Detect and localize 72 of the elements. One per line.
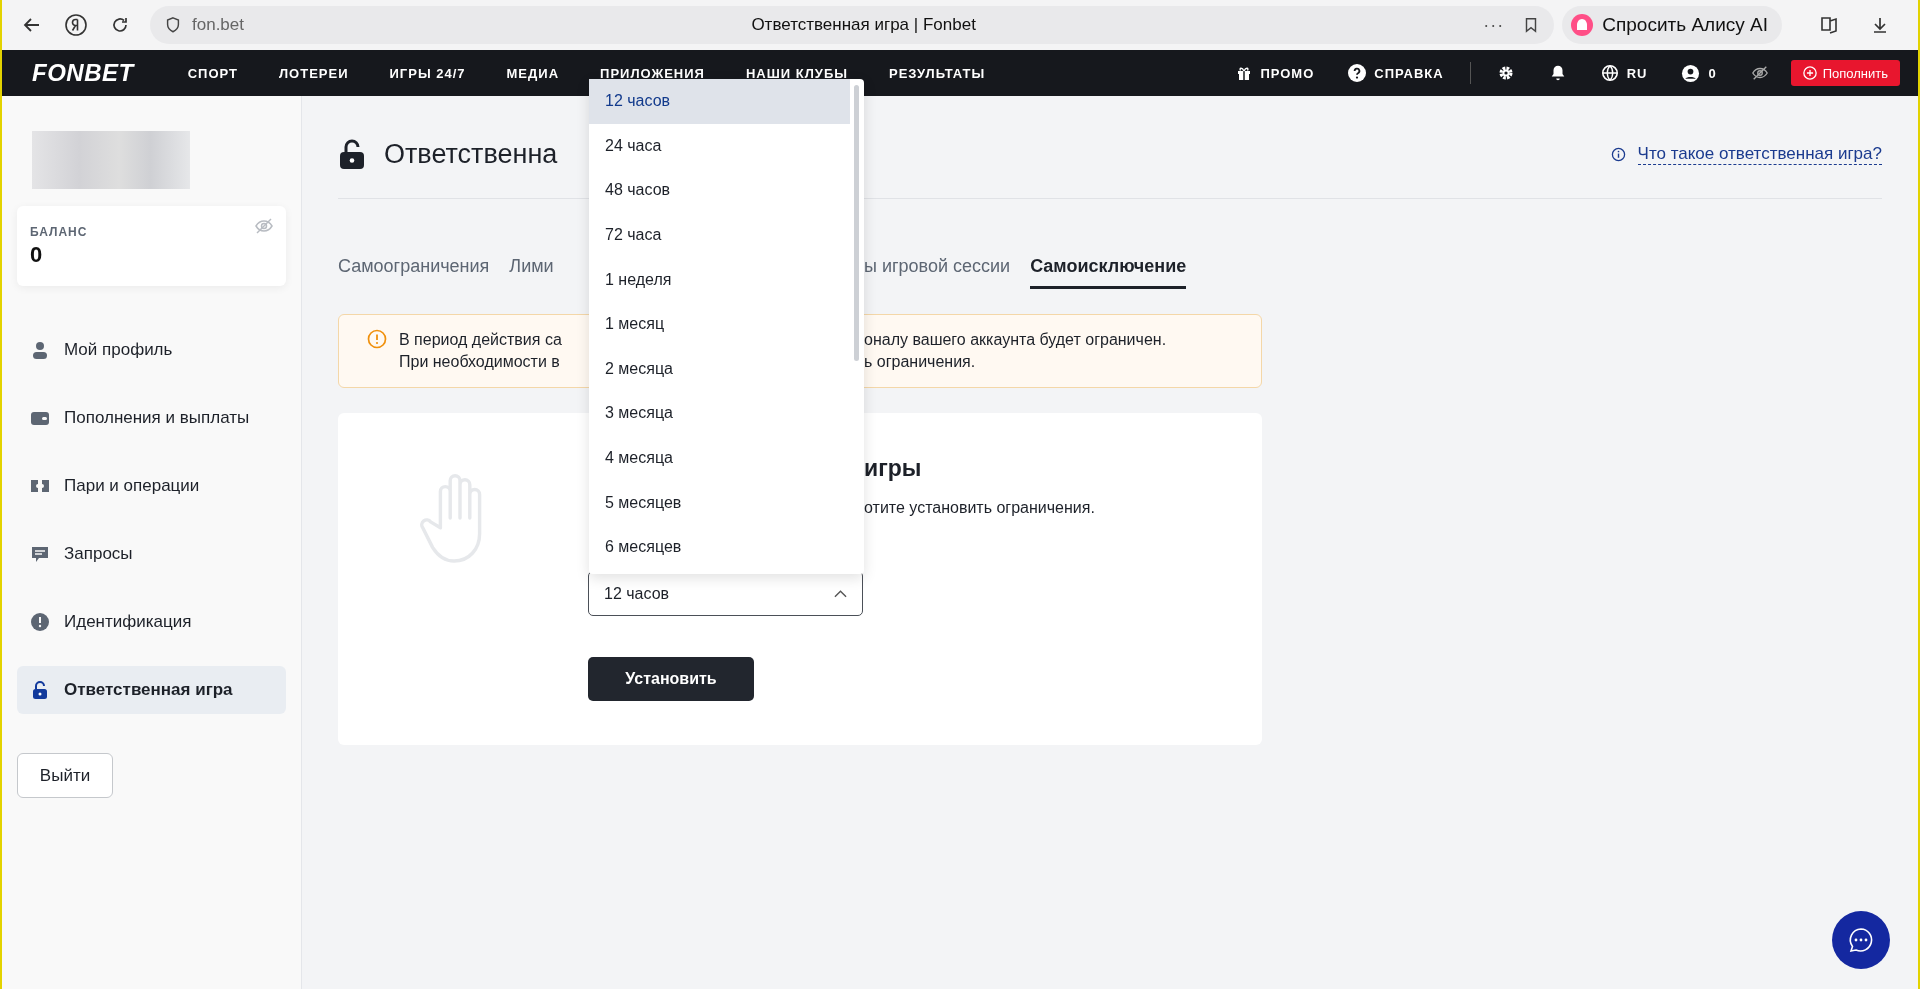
tab[interactable]: Самоограничения	[338, 251, 490, 286]
help-icon	[1348, 64, 1367, 82]
site-logo[interactable]: FONBET	[32, 59, 134, 87]
card-heading: игры	[864, 454, 922, 483]
dropdown-option[interactable]: 24 часа	[589, 123, 850, 169]
nav-link[interactable]: ПРИЛОЖЕНИЯ	[600, 65, 705, 81]
alert-text: При необходимости в	[399, 352, 561, 372]
eye-off-icon[interactable]	[1750, 64, 1769, 82]
tab[interactable]: ы игровой сессии	[864, 251, 1011, 286]
chevron-icon	[834, 589, 847, 598]
sidebar-menu-item[interactable]: Ответственная игра	[17, 666, 286, 714]
dropdown-option[interactable]: 1 неделя	[589, 257, 850, 302]
promo-link[interactable]: ПРОМО	[1236, 65, 1315, 81]
balance-label: БАЛАНС	[30, 224, 88, 239]
padlock-icon	[30, 680, 50, 700]
dropdown-option[interactable]: 6 месяцев	[589, 524, 850, 570]
browser-logo-icon[interactable]	[64, 13, 88, 37]
dropdown-option[interactable]: 12 часов	[589, 79, 850, 124]
dropdown-option[interactable]: 72 часа	[589, 212, 850, 258]
sidebar-menu-item[interactable]: Пополнения и выплаты	[17, 394, 286, 442]
nav-link[interactable]: ИГРЫ 24/7	[389, 65, 466, 81]
account-balance[interactable]: 0	[1681, 63, 1717, 83]
sidebar-menu-item[interactable]: Мой профиль	[17, 326, 286, 374]
dropdown-option[interactable]: 3 месяца	[589, 391, 850, 436]
chat-bubble-icon	[1847, 926, 1875, 954]
nav-link[interactable]: ЛОТЕРЕИ	[278, 65, 349, 81]
page-title: Ответственная игра | Fonbet	[750, 15, 977, 35]
tab[interactable]: Самоисключение	[1030, 251, 1187, 289]
alert-text: ь ограничения.	[864, 352, 976, 372]
nav-link[interactable]: СПОРТ	[187, 65, 238, 81]
sidebar-menu-item[interactable]: Идентификация	[17, 598, 286, 646]
gift-icon	[1236, 65, 1253, 81]
sidebar-menu-item[interactable]: Запросы	[17, 530, 286, 578]
logout-button[interactable]: Выйти	[17, 753, 113, 798]
exclamation-icon	[30, 612, 50, 632]
dropdown-option[interactable]: 48 часов	[589, 168, 850, 213]
url-text: fon.bet	[192, 15, 244, 35]
deposit-button[interactable]: Пополнить	[1790, 60, 1900, 86]
help-link[interactable]: СПРАВКА	[1348, 64, 1444, 82]
alert-text: В период действия са	[399, 330, 563, 350]
nav-link[interactable]: НАШИ КЛУБЫ	[745, 65, 848, 81]
alert-text: оналу вашего аккаунта будет ограничен.	[864, 330, 1167, 350]
page-heading: Ответственна	[384, 138, 558, 170]
tab[interactable]: Лими	[509, 251, 554, 286]
settings-icon[interactable]	[1496, 64, 1515, 82]
plus-circle-icon	[1802, 66, 1817, 80]
warning-icon	[367, 329, 387, 349]
globe-icon	[1600, 64, 1619, 82]
alice-button[interactable]: Спросить Алису AI	[1562, 6, 1782, 44]
address-bar[interactable]: fon.bet Ответственная игра | Fonbet ···	[150, 6, 1555, 44]
submit-button[interactable]: Установить	[588, 657, 754, 701]
alice-icon	[1570, 13, 1595, 37]
dropdown-option[interactable]: 5 месяцев	[589, 480, 850, 525]
sidebar-menu-item[interactable]: Пари и операции	[17, 462, 286, 510]
info-icon	[1610, 146, 1626, 162]
dropdown-option[interactable]: 4 месяца	[589, 435, 850, 481]
person-icon	[30, 340, 50, 360]
card-text: отите установить ограничения.	[864, 498, 1095, 518]
balance-value: 0	[30, 241, 43, 268]
user-circle-icon	[1681, 63, 1701, 83]
padlock-icon	[338, 138, 366, 170]
dropdown-option[interactable]: 1 месяц	[589, 301, 850, 347]
scrollbar-thumb[interactable]	[854, 85, 859, 361]
reading-list-icon[interactable]	[1818, 14, 1840, 36]
nav-link[interactable]: РЕЗУЛЬТАТЫ	[888, 65, 986, 81]
dropdown-option[interactable]: 2 месяца	[589, 346, 850, 392]
nav-link[interactable]: МЕДИА	[506, 65, 560, 81]
chat-icon	[30, 544, 50, 564]
language-selector[interactable]: RU	[1600, 64, 1648, 82]
reload-icon[interactable]	[110, 15, 130, 35]
more-button[interactable]: ···	[1483, 14, 1505, 36]
shield-icon	[164, 16, 182, 34]
